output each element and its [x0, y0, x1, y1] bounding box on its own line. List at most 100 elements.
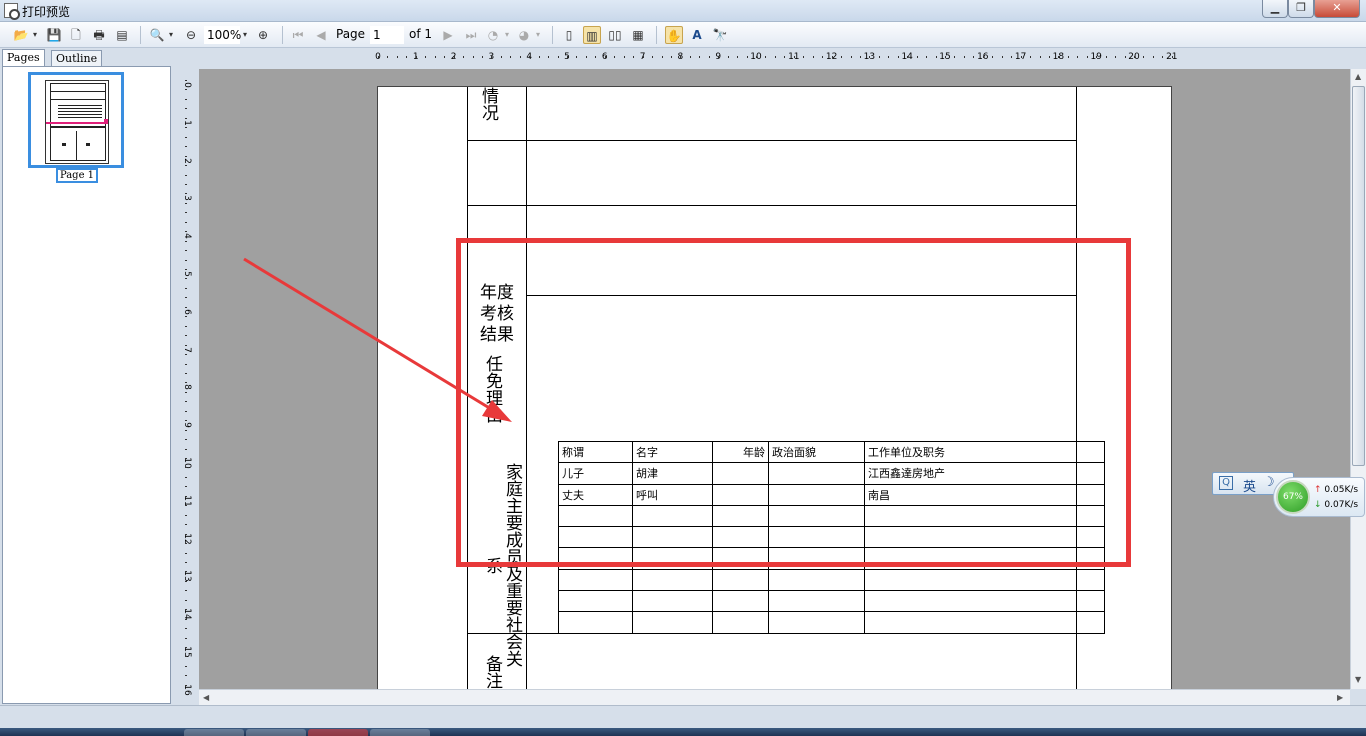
- zoom-input[interactable]: 100%: [204, 26, 241, 44]
- open-icon[interactable]: 📂: [12, 26, 30, 44]
- table-cell: [632, 568, 713, 592]
- ruler-label: 13: [182, 570, 192, 583]
- table-cell: [1076, 568, 1105, 592]
- ruler-label: 2: [182, 157, 192, 164]
- table-cell: [1076, 611, 1105, 634]
- next-page-icon[interactable]: ▶: [439, 26, 457, 44]
- table-cell: [558, 611, 633, 634]
- last-page-icon[interactable]: ⏭: [462, 26, 480, 44]
- table-cell: [864, 611, 1077, 634]
- close-button[interactable]: ✕: [1314, 0, 1360, 18]
- continuous-view-icon[interactable]: ▥: [583, 26, 601, 44]
- print-icon[interactable]: 🖶: [90, 26, 108, 44]
- ruler-label: 15: [182, 646, 192, 658]
- left-pane-tabs: Pages Outline: [0, 48, 178, 66]
- minimize-button[interactable]: ▁: [1262, 0, 1288, 18]
- ruler-label: 10: [182, 457, 192, 469]
- taskbar-item[interactable]: [246, 729, 306, 736]
- first-page-icon[interactable]: ⏮: [289, 26, 307, 44]
- ruler-label: 7: [182, 346, 192, 353]
- table-cell: [768, 611, 865, 634]
- open-dropdown-icon[interactable]: ▾: [30, 26, 40, 44]
- prev-page-icon[interactable]: ◀: [312, 26, 330, 44]
- print-preview-icon: [4, 3, 20, 20]
- moon-icon[interactable]: ☽: [1263, 475, 1275, 490]
- table-cell: [1076, 590, 1105, 613]
- ime-logo-icon: Q: [1219, 476, 1233, 490]
- history-forward-dropdown-icon[interactable]: ▾: [533, 26, 543, 44]
- single-page-view-icon[interactable]: ▯: [560, 26, 578, 44]
- thumbnail-pane: Page 1: [2, 66, 171, 704]
- download-arrow-icon: ↓: [1314, 500, 1322, 510]
- ruler-label: 0: [182, 82, 192, 88]
- zoom-in-icon[interactable]: 🔍: [148, 26, 166, 44]
- ruler-label: 1: [182, 119, 192, 126]
- zoom-level-dropdown-icon[interactable]: ▾: [240, 26, 250, 44]
- taskbar: [0, 728, 1366, 736]
- ime-language[interactable]: 英: [1243, 476, 1256, 495]
- toolbar: 📂 ▾ 💾 🗋 🖶 ▤ 🔍 ▾ ⊖ 100% ▾ ⊕ ⏮ ◀ Page 1 of…: [0, 22, 1366, 48]
- ruler-label: 6: [182, 308, 192, 315]
- find-icon[interactable]: 🔭: [711, 26, 729, 44]
- table-cell: [768, 568, 865, 592]
- title-bar: 打印预览 ▁ ❐ ✕: [0, 0, 1366, 22]
- horizontal-scrollbar[interactable]: ◀ ▶: [199, 689, 1350, 705]
- ruler-label: 16: [182, 684, 192, 696]
- page-count-label: of 1: [409, 27, 433, 41]
- taskbar-item[interactable]: [308, 729, 368, 736]
- vertical-ruler: 0 1 2 3 4 5 6 7 8 9 10 11 12 13 14 15 16: [179, 80, 195, 696]
- upload-speed: 0.05K/s: [1324, 485, 1359, 495]
- hand-tool-icon[interactable]: ✋: [665, 26, 683, 44]
- tab-pages[interactable]: Pages: [2, 49, 45, 66]
- table-cell: [768, 590, 865, 613]
- thumbnail-page: [45, 80, 109, 164]
- remarks-label: 备注: [482, 655, 502, 689]
- download-speed: 0.07K/s: [1324, 500, 1359, 510]
- table-cell: [712, 611, 769, 634]
- ruler-label: 12: [182, 532, 192, 545]
- page-label: Page: [336, 27, 366, 41]
- history-back-icon[interactable]: ◔: [484, 26, 502, 44]
- table-cell: [864, 590, 1077, 613]
- history-forward-icon[interactable]: ◕: [515, 26, 533, 44]
- zoom-plus-icon[interactable]: ⊕: [254, 26, 272, 44]
- zoom-dropdown-icon[interactable]: ▾: [166, 26, 176, 44]
- ruler-label: 9: [182, 422, 192, 429]
- taskbar-item[interactable]: [184, 729, 244, 736]
- window-title: 打印预览: [22, 5, 71, 19]
- network-speed-widget[interactable]: 67% ↑ 0.05K/s ↓ 0.07K/s: [1273, 477, 1365, 517]
- table-row: [558, 611, 1105, 634]
- ruler-label: 4: [182, 233, 192, 240]
- table-cell: [632, 611, 713, 634]
- ruler-label: 5: [182, 271, 192, 277]
- table-cell: [558, 568, 633, 592]
- horizontal-ruler: 0123456789101112131415161718192021: [375, 50, 1177, 66]
- memory-usage-gauge: 67%: [1276, 480, 1310, 514]
- taskbar-item[interactable]: [370, 729, 430, 736]
- vertical-scrollbar[interactable]: ▲ ▼: [1350, 69, 1366, 689]
- upload-arrow-icon: ↑: [1314, 485, 1322, 495]
- page-thumbnail[interactable]: [28, 72, 124, 168]
- ruler-label: 11: [182, 495, 192, 507]
- two-page-view-icon[interactable]: ▯▯: [606, 26, 624, 44]
- table-cell: [558, 590, 633, 613]
- multi-page-view-icon[interactable]: ▦: [629, 26, 647, 44]
- table-cell: [712, 568, 769, 592]
- status-bar: [0, 705, 1366, 728]
- ruler-label: 3: [182, 195, 192, 202]
- annotation-rectangle: [456, 238, 1131, 567]
- vertical-scroll-thumb[interactable]: [1352, 86, 1365, 466]
- table-cell: [712, 590, 769, 613]
- save-icon[interactable]: 💾: [45, 26, 63, 44]
- table-row: [558, 590, 1105, 613]
- new-page-icon[interactable]: 🗋: [67, 26, 85, 44]
- page-number-input[interactable]: 1: [370, 26, 404, 44]
- maximize-button[interactable]: ❐: [1288, 0, 1314, 18]
- tab-outline[interactable]: Outline: [51, 50, 103, 66]
- table-cell: [632, 590, 713, 613]
- page-setup-icon[interactable]: ▤: [113, 26, 131, 44]
- ruler-label: 8: [182, 384, 192, 391]
- text-select-icon[interactable]: A: [688, 26, 706, 44]
- zoom-out-icon[interactable]: ⊖: [182, 26, 200, 44]
- history-back-dropdown-icon[interactable]: ▾: [502, 26, 512, 44]
